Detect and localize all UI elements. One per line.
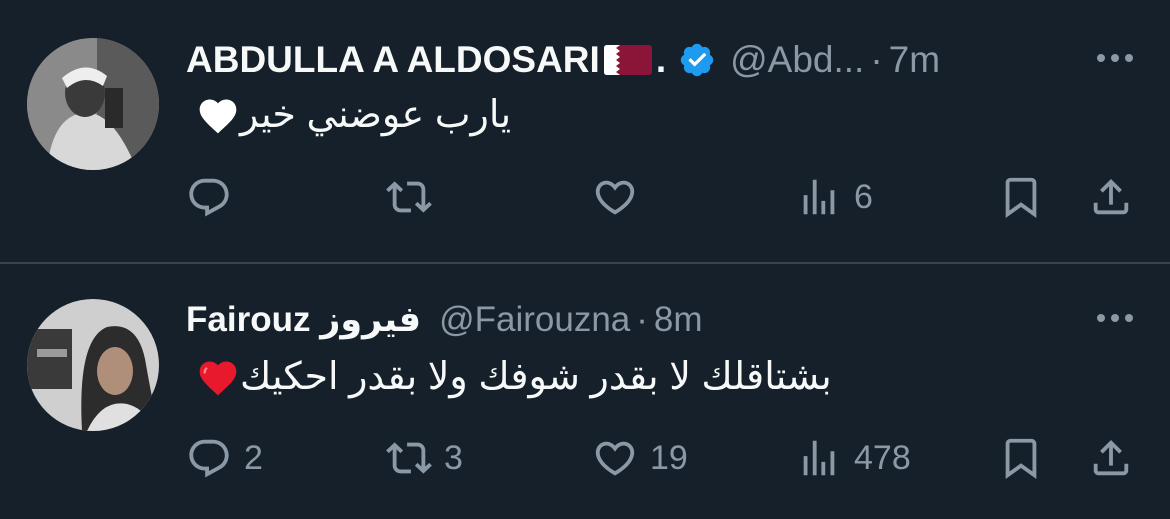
like-count: 19	[650, 438, 688, 477]
share-button[interactable]	[1088, 172, 1134, 222]
qatar-flag-icon	[603, 45, 652, 75]
verified-badge-icon[interactable]	[678, 41, 716, 79]
like-button[interactable]	[592, 172, 650, 222]
red-heart-emoji-icon	[199, 361, 237, 396]
bookmark-button[interactable]	[998, 172, 1044, 222]
retweet-count: 3	[444, 438, 463, 477]
more-icon[interactable]	[1090, 43, 1140, 73]
tweet-text: يارب عوضني خير	[186, 93, 1136, 139]
retweet-button[interactable]: 3	[386, 433, 463, 483]
tweet-header: ABDULLA A ALDOSARI . @Abd... · 7m	[186, 35, 1140, 85]
share-icon	[1093, 439, 1129, 476]
bookmark-icon	[1005, 438, 1037, 479]
avatar[interactable]	[27, 38, 159, 170]
display-name[interactable]: ABDULLA A ALDOSARI	[186, 39, 600, 81]
share-button[interactable]	[1088, 433, 1134, 483]
reply-count: 2	[244, 438, 263, 477]
bookmark-button[interactable]	[998, 433, 1044, 483]
tweet-actions: 2 3 19 478	[186, 433, 1140, 483]
tweet-2[interactable]: Fairouz فيروز @Fairouzna · 8m بشتاقلك لا…	[0, 264, 1170, 519]
timestamp[interactable]: 7m	[889, 39, 940, 81]
handle[interactable]: @Abd...	[730, 39, 864, 81]
views-count: 478	[854, 438, 911, 477]
retweet-button[interactable]	[386, 172, 444, 222]
like-icon	[595, 441, 635, 476]
timestamp[interactable]: 8m	[654, 300, 703, 340]
avatar-image	[27, 38, 159, 170]
separator-dot: ·	[636, 300, 648, 339]
views-count: 6	[854, 177, 873, 216]
views-button[interactable]: 478	[796, 433, 911, 483]
name-suffix: .	[655, 39, 667, 80]
tweet-text-content: بشتاقلك لا بقدر شوفك ولا بقدر احكيك	[240, 356, 832, 398]
bookmark-icon	[1005, 177, 1037, 218]
views-icon	[803, 179, 835, 215]
white-heart-emoji-icon	[199, 99, 237, 134]
reply-button[interactable]	[186, 172, 244, 222]
retweet-icon	[386, 442, 432, 474]
tweet-text-content: يارب عوضني خير	[240, 94, 512, 136]
reply-button[interactable]: 2	[186, 433, 263, 483]
tweet-1[interactable]: ABDULLA A ALDOSARI . @Abd... · 7m يارب ع…	[0, 0, 1170, 262]
reply-icon	[189, 439, 229, 478]
views-button[interactable]: 6	[796, 172, 873, 222]
avatar[interactable]	[27, 299, 159, 431]
more-icon[interactable]	[1090, 303, 1140, 333]
reply-icon	[189, 178, 229, 217]
like-button[interactable]: 19	[592, 433, 688, 483]
avatar-image	[27, 299, 159, 431]
separator-dot: ·	[870, 39, 883, 80]
like-icon	[595, 180, 635, 215]
handle[interactable]: @Fairouzna	[439, 300, 630, 340]
tweet-text: بشتاقلك لا بقدر شوفك ولا بقدر احكيك	[186, 355, 1136, 401]
share-icon	[1093, 178, 1129, 215]
tweet-header: Fairouz فيروز @Fairouzna · 8m	[186, 295, 1140, 345]
retweet-icon	[386, 181, 432, 213]
display-name[interactable]: Fairouz فيروز	[186, 300, 421, 340]
views-icon	[803, 440, 835, 476]
tweet-actions: 6	[186, 172, 1140, 222]
